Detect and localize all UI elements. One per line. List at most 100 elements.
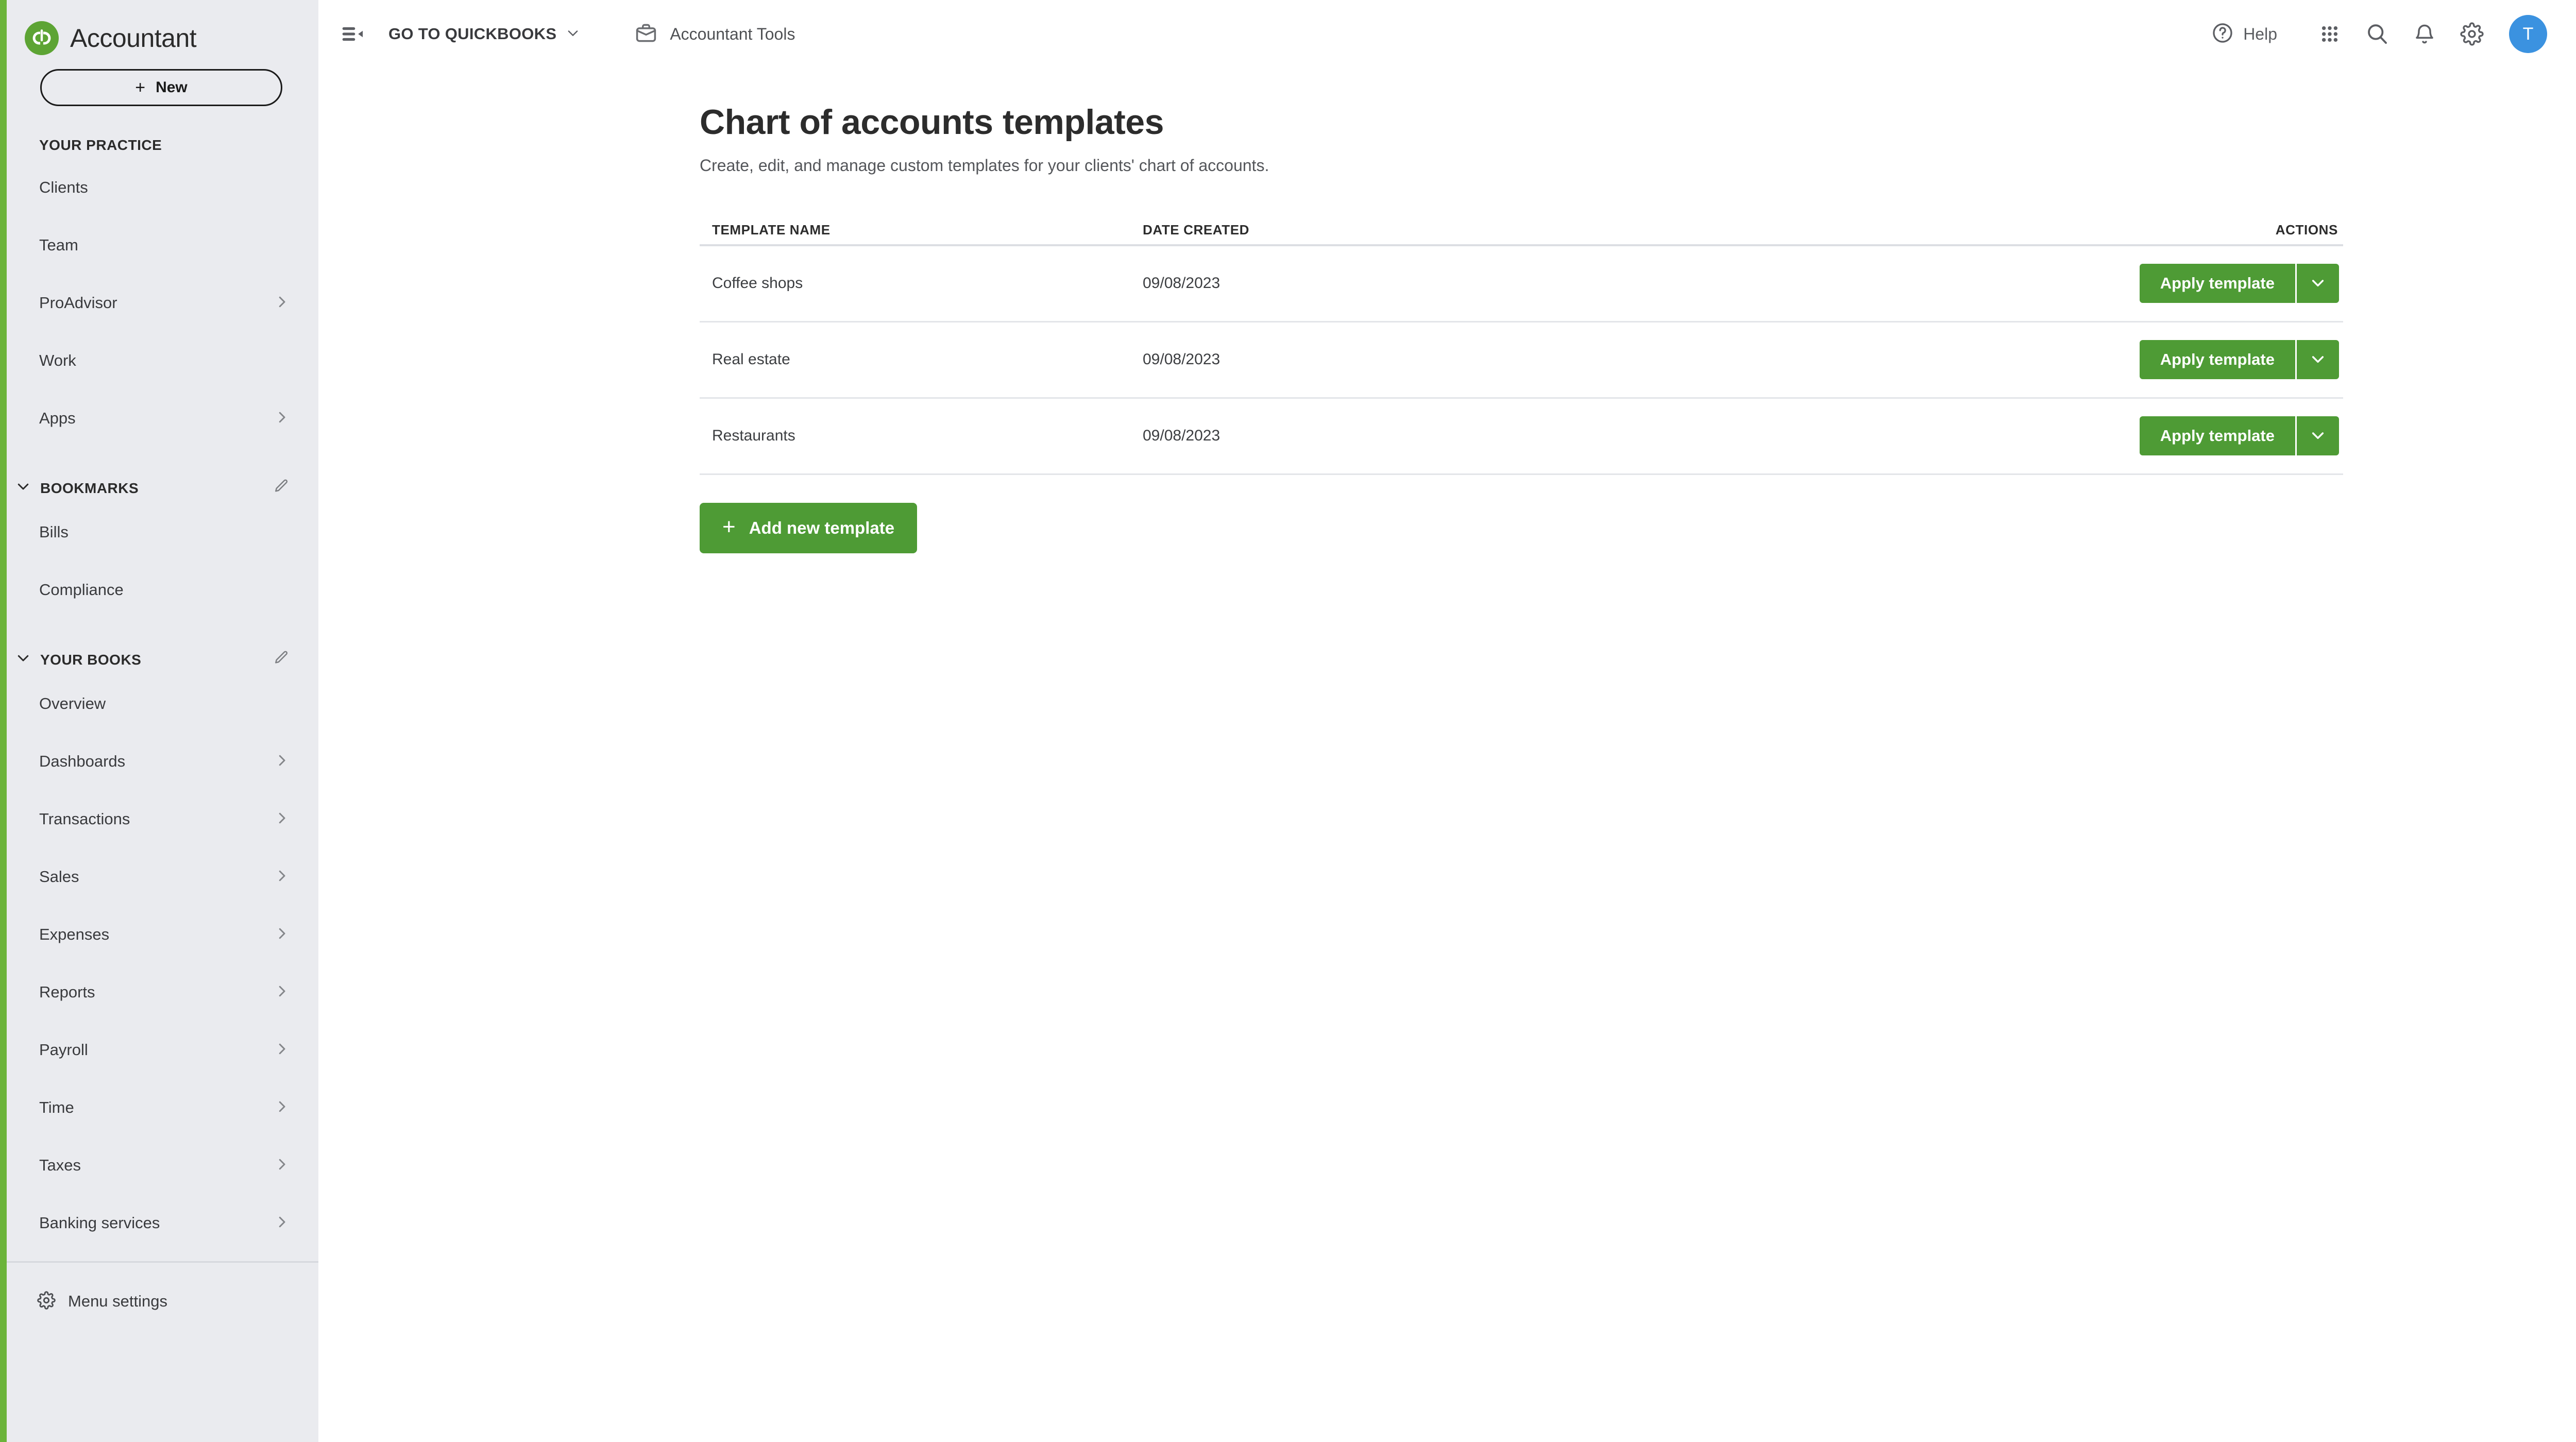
briefcase-icon bbox=[635, 22, 657, 47]
topbar: GO TO QUICKBOOKS Accountant Tools Help T bbox=[318, 0, 2576, 68]
bell-icon[interactable] bbox=[2401, 10, 2448, 58]
apply-template-dropdown-button[interactable] bbox=[2297, 340, 2339, 380]
goto-quickbooks-label: GO TO QUICKBOOKS bbox=[388, 25, 557, 43]
accountant-tools-label: Accountant Tools bbox=[670, 24, 795, 43]
gear-icon bbox=[37, 1291, 56, 1312]
chevron-right-icon bbox=[274, 926, 290, 944]
chevron-down-icon bbox=[566, 26, 580, 43]
column-header-date-created: DATE CREATED bbox=[1143, 222, 1250, 237]
sidebar-item-sales[interactable]: Sales bbox=[0, 848, 318, 906]
apply-template-dropdown-button[interactable] bbox=[2297, 416, 2339, 456]
sidebar-item-label: Apps bbox=[39, 409, 76, 427]
plus-icon: + bbox=[135, 78, 146, 97]
apps-grid-icon[interactable] bbox=[2306, 10, 2353, 58]
app-root: Accountant + New YOUR PRACTICE Clients T… bbox=[0, 0, 2576, 1442]
sidebar-item-team[interactable]: Team bbox=[0, 216, 318, 274]
sidebar-item-compliance[interactable]: Compliance bbox=[0, 561, 318, 619]
avatar[interactable]: T bbox=[2509, 15, 2547, 53]
sidebar-item-dashboards[interactable]: Dashboards bbox=[0, 733, 318, 790]
chevron-right-icon bbox=[274, 1157, 290, 1175]
gear-icon[interactable] bbox=[2448, 10, 2496, 58]
sidebar-item-label: Sales bbox=[39, 868, 79, 886]
sidebar-item-payroll[interactable]: Payroll bbox=[0, 1021, 318, 1079]
sidebar-item-expenses[interactable]: Expenses bbox=[0, 906, 318, 963]
sidebar-item-label: Compliance bbox=[39, 581, 124, 599]
pencil-icon[interactable] bbox=[273, 478, 290, 498]
sidebar-item-work[interactable]: Work bbox=[0, 332, 318, 389]
topbar-left: GO TO QUICKBOOKS Accountant Tools bbox=[334, 14, 804, 54]
sidebar-scroll-area: Accountant + New YOUR PRACTICE Clients T… bbox=[0, 0, 318, 1442]
sidebar-item-clients[interactable]: Clients bbox=[0, 159, 318, 216]
chevron-down-icon bbox=[15, 479, 31, 498]
new-button-label: New bbox=[156, 79, 188, 96]
column-header-template-name: TEMPLATE NAME bbox=[712, 222, 831, 237]
chevron-right-icon bbox=[274, 983, 290, 1002]
main-area: GO TO QUICKBOOKS Accountant Tools Help T… bbox=[318, 0, 2576, 1442]
chevron-right-icon bbox=[274, 1099, 290, 1117]
sidebar-item-time[interactable]: Time bbox=[0, 1079, 318, 1136]
chevron-down-icon bbox=[2310, 275, 2326, 293]
section-label-bookmarks: BOOKMARKS bbox=[40, 480, 139, 496]
column-header-actions: ACTIONS bbox=[2275, 222, 2338, 237]
table-row: Coffee shops 09/08/2023 Apply template bbox=[700, 246, 2343, 323]
sidebar-item-bills[interactable]: Bills bbox=[0, 503, 318, 561]
chevron-right-icon bbox=[274, 810, 290, 828]
nav-list-bookmarks: Bills Compliance bbox=[0, 498, 318, 619]
sidebar-item-label: Dashboards bbox=[39, 752, 126, 770]
quickbooks-logo-icon bbox=[25, 21, 59, 55]
sidebar-item-apps[interactable]: Apps bbox=[0, 389, 318, 447]
help-circle-icon bbox=[2211, 22, 2234, 47]
apply-template-button[interactable]: Apply template bbox=[2139, 416, 2295, 456]
table-row: Real estate 09/08/2023 Apply template bbox=[700, 323, 2343, 399]
cell-template-name: Restaurants bbox=[712, 427, 795, 445]
apply-template-split-button: Apply template bbox=[2139, 416, 2339, 456]
section-header-bookmarks[interactable]: BOOKMARKS bbox=[0, 447, 318, 498]
sidebar-item-label: Bills bbox=[39, 523, 69, 541]
sidebar-collapse-icon[interactable] bbox=[334, 14, 373, 54]
sidebar-accent-bar bbox=[0, 0, 7, 1442]
sidebar-item-taxes[interactable]: Taxes bbox=[0, 1136, 318, 1194]
page-subtitle: Create, edit, and manage custom template… bbox=[700, 156, 1269, 175]
sidebar-item-menu-settings[interactable]: Menu settings bbox=[0, 1263, 318, 1340]
apply-template-button[interactable]: Apply template bbox=[2139, 264, 2295, 303]
table-header-row: TEMPLATE NAME DATE CREATED ACTIONS bbox=[700, 209, 2343, 246]
chevron-right-icon bbox=[274, 410, 290, 428]
chevron-down-icon bbox=[2310, 427, 2326, 445]
apply-template-button[interactable]: Apply template bbox=[2139, 340, 2295, 380]
section-label-your-books: YOUR BOOKS bbox=[40, 651, 142, 668]
chevron-right-icon bbox=[274, 1214, 290, 1232]
cell-actions: Apply template bbox=[2070, 264, 2343, 303]
sidebar-item-label: Time bbox=[39, 1098, 74, 1116]
sidebar-item-label: Banking services bbox=[39, 1214, 160, 1232]
sidebar-item-label: Clients bbox=[39, 178, 88, 196]
new-button[interactable]: + New bbox=[40, 69, 282, 106]
split-divider bbox=[2295, 264, 2297, 303]
split-divider bbox=[2295, 340, 2297, 380]
search-icon[interactable] bbox=[2353, 10, 2401, 58]
section-header-your-practice: YOUR PRACTICE bbox=[0, 106, 318, 154]
plus-icon: + bbox=[722, 514, 736, 539]
sidebar-item-reports[interactable]: Reports bbox=[0, 963, 318, 1021]
sidebar-item-proadvisor[interactable]: ProAdvisor bbox=[0, 274, 318, 332]
goto-quickbooks-button[interactable]: GO TO QUICKBOOKS bbox=[379, 18, 589, 50]
chevron-right-icon bbox=[274, 294, 290, 312]
sidebar-item-overview[interactable]: Overview bbox=[0, 675, 318, 733]
sidebar-item-transactions[interactable]: Transactions bbox=[0, 790, 318, 848]
sidebar-item-banking-services[interactable]: Banking services bbox=[0, 1194, 318, 1252]
pencil-icon[interactable] bbox=[273, 650, 290, 670]
help-button[interactable]: Help bbox=[2200, 14, 2289, 54]
sidebar: Accountant + New YOUR PRACTICE Clients T… bbox=[0, 0, 318, 1442]
apply-template-dropdown-button[interactable] bbox=[2297, 264, 2339, 303]
page-title: Chart of accounts templates bbox=[700, 103, 1164, 142]
templates-table: TEMPLATE NAME DATE CREATED ACTIONS Coffe… bbox=[700, 209, 2343, 475]
cell-actions: Apply template bbox=[2070, 340, 2343, 380]
chevron-right-icon bbox=[274, 753, 290, 771]
chevron-right-icon bbox=[274, 868, 290, 886]
section-header-your-books[interactable]: YOUR BOOKS bbox=[0, 619, 318, 670]
add-new-template-button[interactable]: + Add new template bbox=[700, 502, 918, 553]
sidebar-item-label: Work bbox=[39, 351, 76, 369]
accountant-tools-button[interactable]: Accountant Tools bbox=[625, 14, 804, 54]
brand: Accountant bbox=[0, 0, 318, 57]
chevron-down-icon bbox=[2310, 351, 2326, 369]
cell-actions: Apply template bbox=[2070, 416, 2343, 456]
